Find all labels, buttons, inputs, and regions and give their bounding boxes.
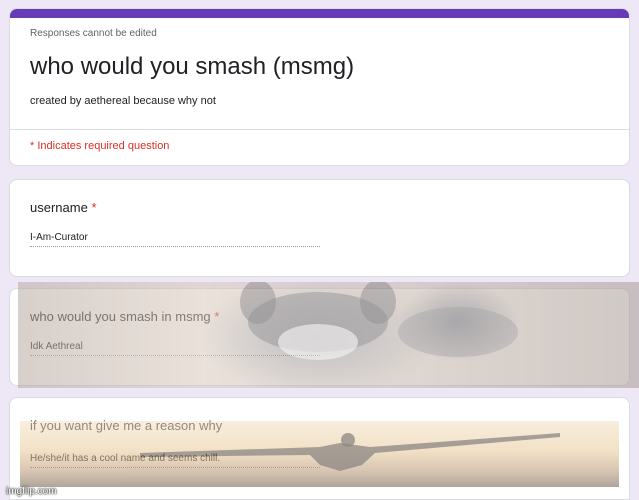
imgflip-watermark: imgflip.com bbox=[6, 486, 57, 497]
question-label: who would you smash in msmg * bbox=[30, 309, 219, 324]
question-label-text: username bbox=[30, 200, 88, 215]
question-label-text: who would you smash in msmg bbox=[30, 309, 211, 324]
header-accent-bar bbox=[10, 9, 629, 18]
form-title: who would you smash (msmg) bbox=[30, 53, 355, 80]
form-description: created by aethereal because why not bbox=[30, 95, 216, 107]
username-answer-field[interactable]: I-Am-Curator bbox=[30, 232, 320, 247]
question-card-smash: who would you smash in msmg * Idk Aethre… bbox=[9, 288, 630, 386]
reason-answer-field[interactable]: He/she/it has a cool name and seems chil… bbox=[30, 453, 320, 468]
responses-note: Responses cannot be edited bbox=[30, 28, 157, 39]
smash-answer-field[interactable]: Idk Aethreal bbox=[30, 341, 320, 356]
question-label-text: if you want give me a reason why bbox=[30, 418, 223, 433]
question-label: if you want give me a reason why bbox=[30, 418, 222, 433]
question-card-reason: if you want give me a reason why He/she/… bbox=[9, 397, 630, 500]
header-divider bbox=[10, 129, 629, 130]
required-note: * Indicates required question bbox=[30, 140, 170, 152]
required-star: * bbox=[91, 200, 97, 215]
question-card-username: username * I-Am-Curator bbox=[9, 179, 630, 277]
required-star: * bbox=[214, 309, 220, 324]
form-header-card: Responses cannot be edited who would you… bbox=[9, 8, 630, 166]
question-label: username * bbox=[30, 200, 97, 215]
